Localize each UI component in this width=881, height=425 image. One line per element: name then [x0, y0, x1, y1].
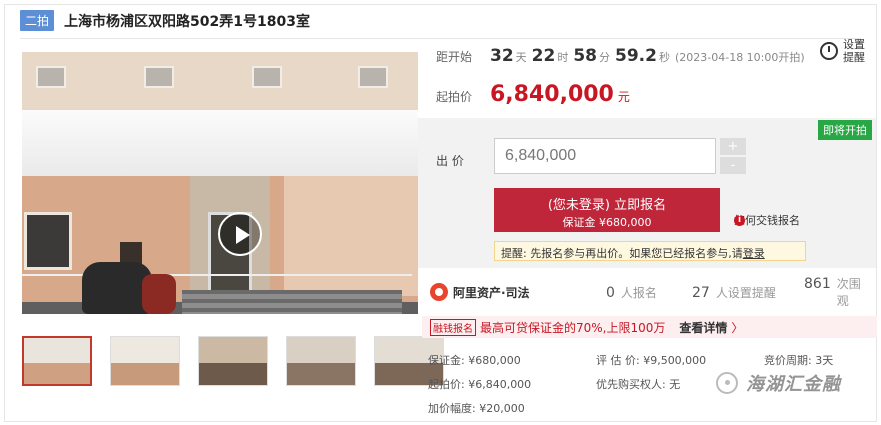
signup-count: 0 人报名 [606, 284, 657, 301]
login-tip-text: 提醒: 先报名参与再出价。如果您已经报名参与,请 [501, 247, 743, 260]
deposit-info: 保证金: ¥680,000 [428, 354, 521, 367]
login-link[interactable]: 登录 [743, 247, 765, 260]
countdown-hours: 22 [531, 46, 556, 66]
view-count-label: 次围观 [836, 277, 861, 308]
thumbnail[interactable] [286, 336, 356, 386]
chevron-right-icon: 〉 [731, 320, 744, 335]
photo-window [252, 66, 282, 88]
reminder-count-label: 人设置提醒 [715, 285, 776, 300]
bid-label: 出 价 [436, 154, 464, 168]
countdown-minutes: 58 [573, 46, 598, 66]
stats-row: 阿里资产·司法 0 人报名 27 人设置提醒 861 次围观 [430, 276, 870, 308]
photo-window [144, 66, 174, 88]
priority-buyer-info: 优先购买权人: 无 [596, 378, 681, 391]
property-title: 上海市杨浦区双阳路502弄1号1803室 [64, 13, 310, 30]
promo-details-link[interactable]: 查看详情 [679, 319, 727, 336]
loan-promo-chip: 融钱报名 [430, 318, 476, 336]
bid-stepper: + - [720, 138, 746, 174]
countdown-seconds-unit: 秒 [658, 51, 670, 64]
countdown-days: 32 [490, 46, 514, 66]
signup-count-label: 人报名 [620, 285, 657, 300]
thumbnail[interactable] [110, 336, 180, 386]
title-row: 二拍 上海市杨浦区双阳路502弄1号1803室 [20, 10, 310, 31]
info-icon: i [734, 214, 745, 226]
loan-promo-banner: 融钱报名 最高可贷保证金的70%,上限100万 查看详情 〉 [422, 316, 877, 338]
start-price-label: 起拍价 [436, 90, 473, 104]
signup-count-value: 0 [606, 284, 615, 301]
auction-start-time: (2023-04-18 10:00开拍) [674, 51, 805, 64]
countdown-days-unit: 天 [515, 51, 527, 64]
photo-scooter [142, 274, 176, 314]
start-price-value: 6,840,000 [490, 82, 614, 107]
photo-stairs [182, 290, 402, 314]
increment-info: 加价幅度: ¥20,000 [428, 402, 525, 415]
main-photo[interactable] [22, 52, 418, 314]
view-count: 861 次围观 [804, 275, 870, 309]
alarm-clock-icon [820, 42, 838, 60]
countdown-row: 距开始 32 天 22 时 58 分 59.2 秒 (2023-04-18 10… [436, 46, 805, 66]
payment-help-link[interactable]: i 如何交钱报名 [734, 212, 800, 228]
bid-amount-input[interactable]: 6,840,000 [494, 138, 716, 174]
photo-slab [22, 110, 418, 176]
view-count-value: 861 [804, 276, 831, 292]
photo-window-left [24, 212, 72, 270]
thumbnail[interactable] [198, 336, 268, 386]
photo-right-wall [284, 176, 418, 296]
reminder-count-value: 27 [692, 284, 710, 301]
start-price-info: 起拍价: ¥6,840,000 [428, 378, 532, 391]
photo-window [36, 66, 66, 88]
bid-panel: 即将开拍 出 价 6,840,000 + - (您未登录) 立即报名 保证金 ¥… [418, 118, 876, 268]
play-video-icon[interactable] [218, 212, 262, 256]
signup-button-label: (您未登录) 立即报名 [547, 198, 667, 213]
divider [20, 38, 861, 39]
loan-promo-text: 最高可贷保证金的70%,上限100万 [480, 320, 666, 335]
set-reminder-button[interactable]: 设置提醒 [820, 38, 869, 64]
brand-logo-icon [430, 283, 448, 301]
increase-bid-button[interactable]: + [720, 138, 746, 155]
signup-button[interactable]: (您未登录) 立即报名 保证金 ¥680,000 [494, 188, 720, 232]
thumbnail[interactable] [22, 336, 92, 386]
set-reminder-label: 设置提醒 [843, 38, 865, 64]
valuation-info: 评 估 价: ¥9,500,000 [596, 354, 707, 367]
brand-name: 阿里资产·司法 [453, 285, 530, 300]
login-tip: 提醒: 先报名参与再出价。如果您已经报名参与,请登录 [494, 241, 806, 261]
watermark-text: 海湖汇金融 [746, 374, 841, 395]
signup-deposit-label: 保证金 ¥680,000 [562, 216, 652, 229]
countdown-seconds: 59.2 [615, 46, 657, 66]
auction-round-tag: 二拍 [20, 10, 55, 31]
thumbnail-strip [22, 336, 444, 386]
countdown-label: 距开始 [436, 50, 473, 64]
countdown-minutes-unit: 分 [599, 51, 611, 64]
bidding-cycle-info: 竞价周期: 3天 [764, 354, 834, 367]
brand: 阿里资产·司法 [430, 283, 530, 301]
reminder-count: 27 人设置提醒 [692, 284, 776, 301]
wechat-icon [716, 372, 738, 394]
start-price-row: 起拍价 6,840,000 元 [436, 82, 630, 107]
status-badge: 即将开拍 [818, 120, 872, 140]
start-price-unit: 元 [617, 90, 630, 104]
photo-railing [22, 274, 412, 276]
countdown-hours-unit: 时 [557, 51, 569, 64]
watermark: 海湖汇金融 [716, 370, 841, 396]
decrease-bid-button[interactable]: - [720, 157, 746, 174]
photo-window [358, 66, 388, 88]
